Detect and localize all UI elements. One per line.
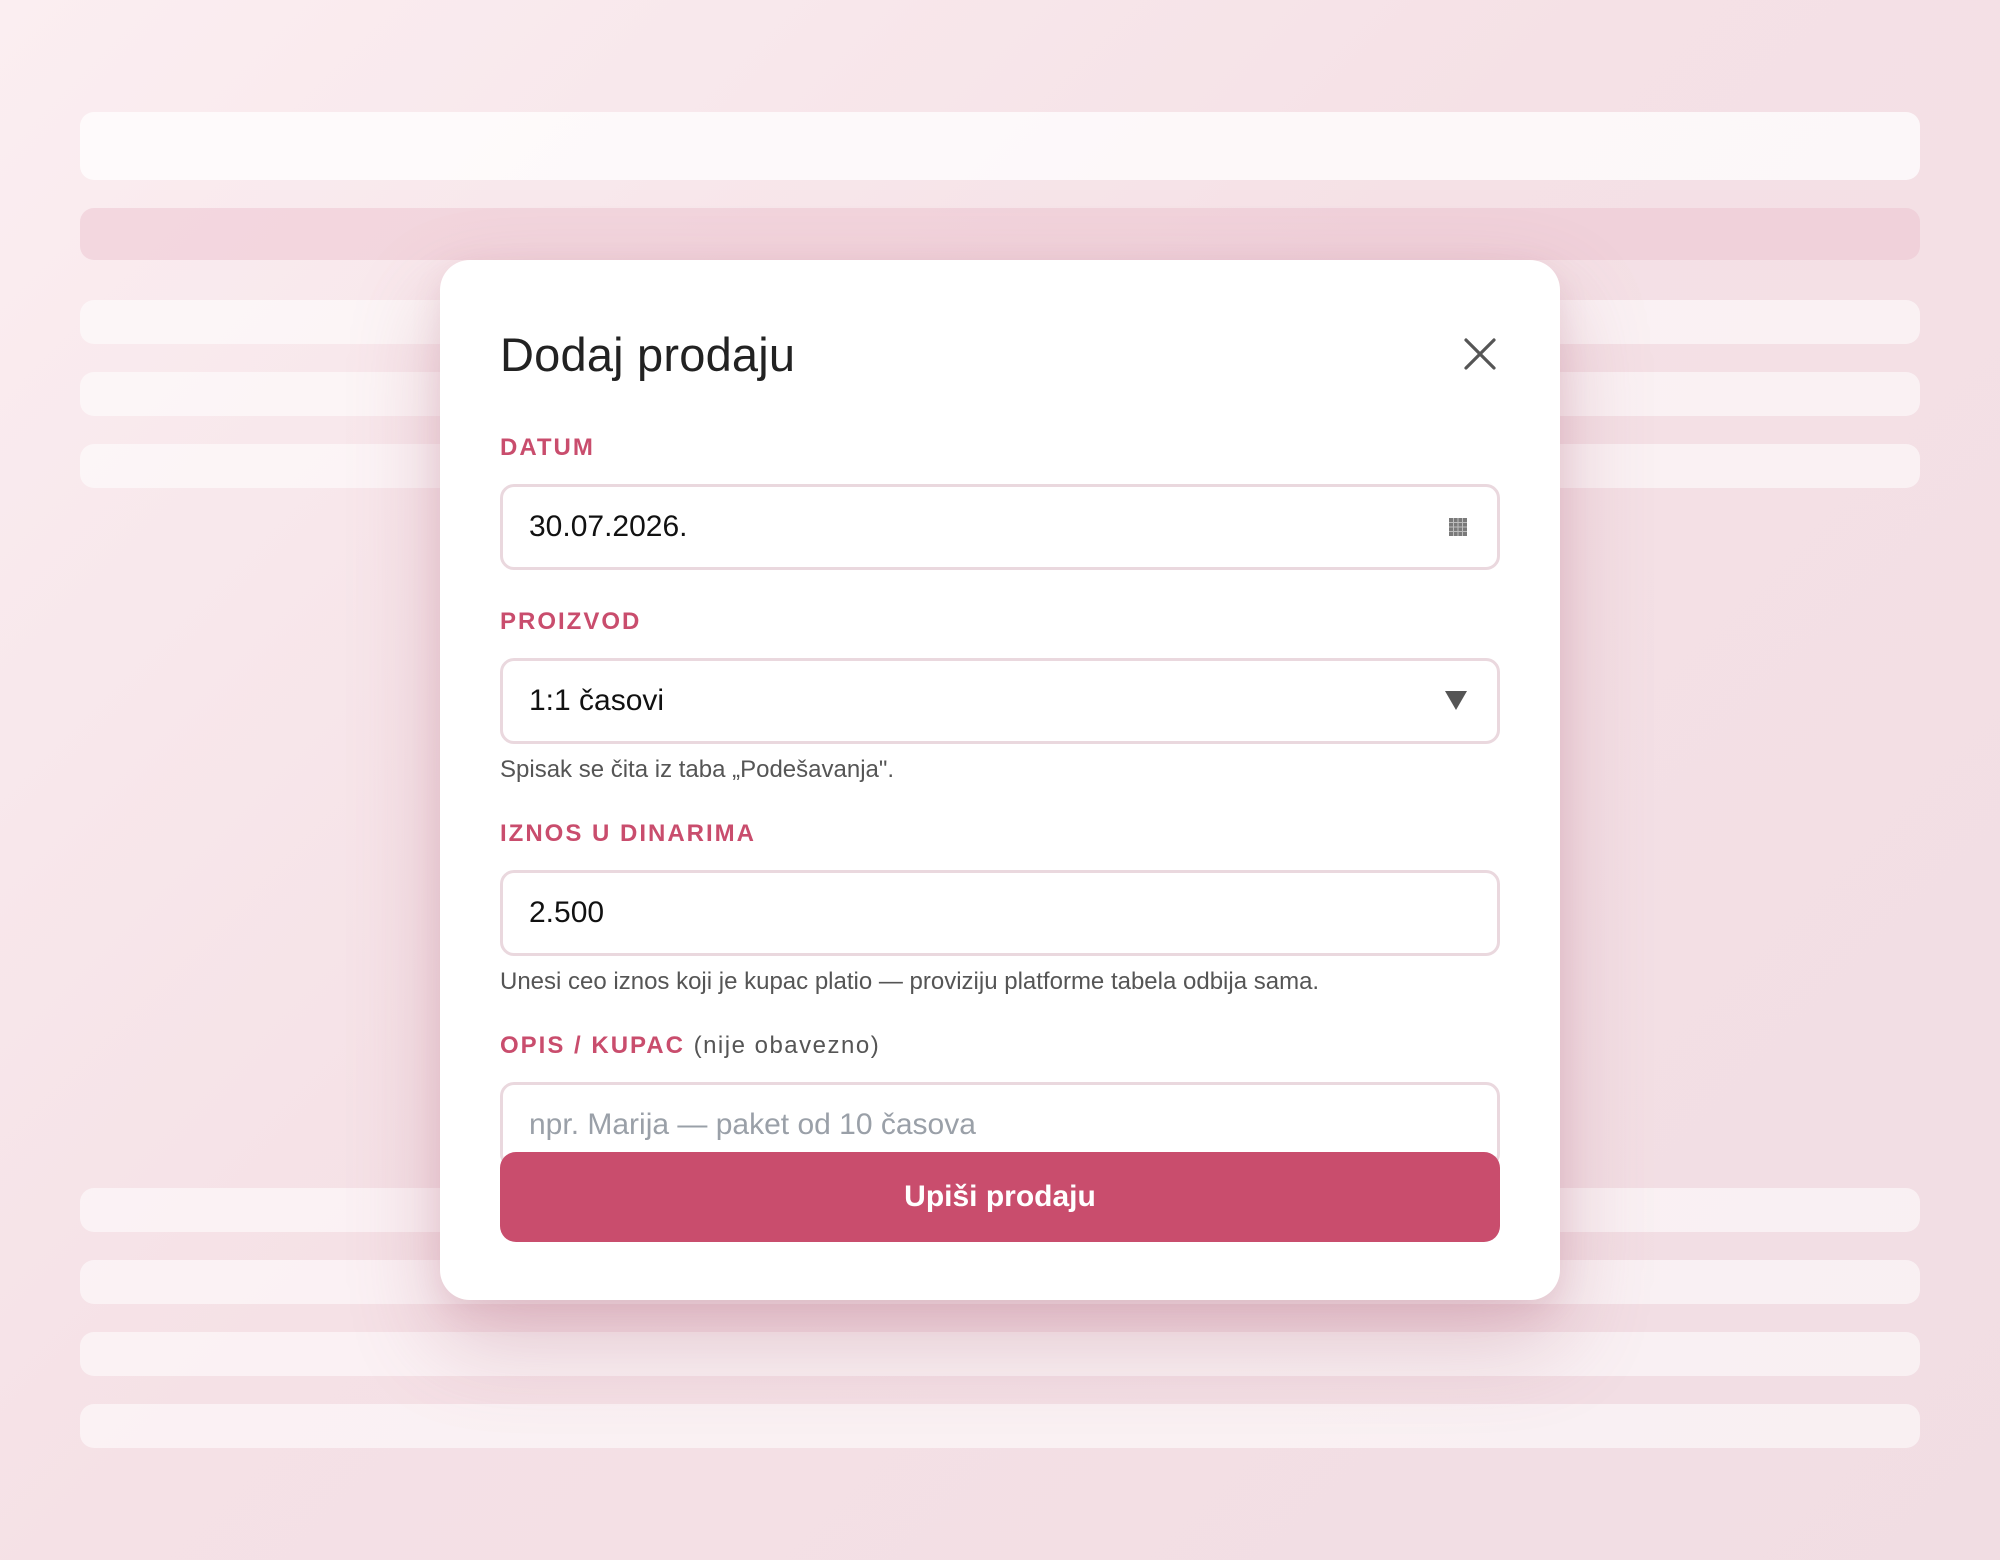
date-input[interactable]: 30.07.2026. — [500, 484, 1500, 570]
add-sale-modal: Dodaj prodaju DATUM 30.07.2026. PROIZVOD… — [440, 260, 1560, 1300]
amount-input[interactable]: 2.500 — [500, 870, 1500, 956]
modal-header: Dodaj prodaju — [500, 316, 1500, 392]
product-selected-value: 1:1 časovi — [529, 684, 665, 717]
field-opis: OPIS / KUPAC (nije obavezno) — [500, 1032, 1500, 1168]
proizvod-label: PROIZVOD — [500, 608, 642, 635]
calendar-icon[interactable] — [1449, 518, 1467, 536]
product-select[interactable]: 1:1 časovi — [500, 658, 1500, 744]
optional-note: (nije obavezno) — [693, 1032, 881, 1059]
field-proizvod: PROIZVOD 1:1 časovi Spisak se čita iz ta… — [500, 608, 1500, 784]
amount-hint: Unesi ceo iznos koji je kupac platio — p… — [500, 968, 1320, 995]
opis-label: OPIS / KUPAC (nije obavezno) — [500, 1032, 1500, 1060]
background-skeleton-bar — [80, 1332, 1920, 1376]
background-skeleton-bar — [80, 208, 1920, 260]
description-input[interactable] — [529, 1108, 1471, 1142]
close-button[interactable] — [1450, 324, 1510, 384]
opis-label-text: OPIS / KUPAC — [500, 1032, 685, 1059]
field-iznos: IZNOS U DINARIMA 2.500 Unesi ceo iznos k… — [500, 820, 1500, 996]
background-skeleton-bar — [80, 112, 1920, 180]
submit-sale-button[interactable]: Upiši prodaju — [500, 1152, 1500, 1242]
date-value: 30.07.2026. — [529, 510, 688, 543]
iznos-label: IZNOS U DINARIMA — [500, 820, 756, 847]
modal-title: Dodaj prodaju — [500, 327, 796, 381]
field-datum: DATUM 30.07.2026. — [500, 434, 1500, 570]
dropdown-triangle-icon — [1445, 691, 1467, 711]
background-skeleton-bar — [80, 1404, 1920, 1448]
amount-value: 2.500 — [529, 896, 605, 929]
datum-label: DATUM — [500, 434, 595, 461]
close-icon — [1464, 338, 1496, 370]
product-hint: Spisak se čita iz taba „Podešavanja". — [500, 756, 895, 783]
